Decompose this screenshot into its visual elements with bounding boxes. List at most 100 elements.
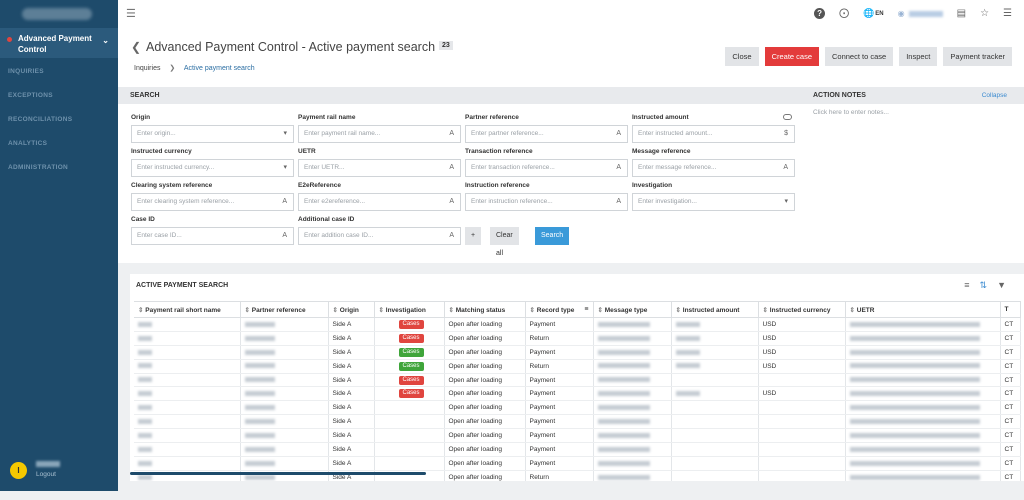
payment-rail-name-input[interactable]: Enter payment rail name... A [298,125,461,143]
column-header[interactable]: ⇕ Instructed amount [671,301,759,318]
column-header[interactable]: ⇕ Origin [328,301,375,318]
origin-input[interactable]: Enter origin... ▾ [131,125,294,143]
matching-status-cell: Open after loading [448,473,502,481]
sort-icon[interactable]: ⇅ [980,280,988,291]
table-row[interactable]: Side A Open after loading Payment CT [134,456,1021,471]
column-header[interactable]: ⇕ Partner reference [240,301,329,318]
logout-link[interactable]: Logout [36,471,56,478]
additional-case-id-input[interactable]: Enter addition case ID... A [298,227,461,245]
list-icon[interactable]: ☰ [1003,8,1012,19]
cases-badge[interactable]: Cases [398,361,424,371]
sort-arrows-icon[interactable]: ⇕ [379,307,386,314]
sidebar-item-analytics[interactable]: ANALYTICS [0,132,118,156]
sidebar-item-inquiries[interactable]: INQUIRIES [0,60,118,84]
cases-badge[interactable]: Cases [398,347,424,357]
column-header[interactable]: ⇕ Investigation [374,301,445,318]
table-cell [758,428,846,444]
payment-tracker-button[interactable]: Payment tracker [943,47,1012,66]
column-header[interactable]: ⇕ Record type ≡ [525,301,594,318]
instructed-amount-input[interactable]: Enter instructed amount... $ [632,125,795,143]
filter-icon[interactable]: ▼ [997,280,1006,291]
investigation-input[interactable]: Enter investigation... ▾ [632,193,795,211]
table-row[interactable]: Side A Cases Open after loading Payment CT [134,373,1021,388]
globe-icon[interactable]: 🌐 [863,8,874,19]
table-cell: Side A [328,373,375,388]
sidebar-item-reconciliations[interactable]: RECONCILIATIONS [0,108,118,132]
instruction-reference-input[interactable]: Enter instruction reference... A [465,193,628,211]
table-cell [134,414,241,430]
cases-badge[interactable]: Cases [398,389,424,399]
search-button[interactable]: Search [535,227,570,245]
sort-arrows-icon[interactable]: ⇕ [850,307,857,314]
truncated-cell: CT [1004,362,1014,370]
e2ereference-input[interactable]: Enter e2ereference... A [298,193,461,211]
case-id-input[interactable]: Enter case ID... A [131,227,294,245]
horizontal-scrollbar[interactable] [130,472,426,475]
sidebar-item-administration[interactable]: ADMINISTRATION [0,156,118,180]
star-icon[interactable]: ☆ [980,8,989,19]
menu-icon[interactable]: ☰ [126,7,136,20]
environment-icon[interactable]: ◉ [898,9,905,18]
cases-badge[interactable]: Cases [398,319,424,329]
network-icon[interactable]: ⨀ [839,8,849,19]
create-case-button[interactable]: Create case [764,47,819,66]
close-button[interactable]: Close [725,47,759,66]
clear-all-button[interactable]: Clear all [490,227,519,257]
sidebar-item-exceptions[interactable]: EXCEPTIONS [0,84,118,108]
help-icon[interactable]: ? [814,8,826,19]
column-header[interactable]: ⇕ Payment rail short name [134,301,241,318]
message-reference-input[interactable]: Enter message reference... A [632,159,795,177]
density-icon[interactable]: ≡ [964,280,969,291]
user-profile[interactable]: I Logout [10,461,60,479]
cases-badge[interactable]: Cases [398,375,424,385]
sort-arrows-icon[interactable]: ⇕ [245,307,252,314]
sort-arrows-icon[interactable]: ⇕ [676,307,683,314]
document-icon[interactable]: ▤ [957,8,966,19]
column-header[interactable]: ⇕ Instructed currency [758,301,846,318]
sort-arrows-icon[interactable]: ⇕ [598,307,605,314]
column-menu-icon[interactable]: ≡ [584,306,588,313]
redacted-value [138,405,152,411]
table-row[interactable]: Side A Cases Open after loading Return USD CT [134,359,1021,374]
sort-arrows-icon[interactable]: ⇕ [530,307,537,314]
connect-to-case-button[interactable]: Connect to case [825,47,894,66]
field-message-reference: Message reference Enter message reference… [632,148,795,177]
truncated-cell: CT [1004,459,1014,467]
table-row[interactable]: Side A Cases Open after loading Payment USD C… [134,386,1021,402]
column-header[interactable]: ⇕ Message type [593,301,672,318]
cases-badge[interactable]: Cases [398,333,424,343]
sidebar-item-advanced-payment-control[interactable]: Advanced Payment Control ⌄ [0,28,118,58]
sort-arrows-icon[interactable]: ⇕ [333,307,340,314]
partner-reference-input[interactable]: Enter partner reference... A [465,125,628,143]
uetr-input[interactable]: Enter UETR... A [298,159,461,177]
add-field-button[interactable]: + [465,227,482,245]
breadcrumb-inquiries[interactable]: Inquiries [134,65,160,72]
notes-input[interactable]: Click here to enter notes... [801,104,1024,121]
table-row[interactable]: Side A Cases Open after loading Return USD CT [134,331,1021,346]
table-row[interactable]: Side A Open after loading Payment CT [134,442,1021,457]
redacted-value [138,391,152,397]
instructed-currency-input[interactable]: Enter instructed currency... ▾ [131,159,294,177]
column-header[interactable]: ⇕ UETR [845,301,1001,318]
language-selector[interactable]: EN [875,11,883,17]
app-logo[interactable] [0,0,118,28]
table-row[interactable]: Side A Open after loading Payment CT [134,400,1021,416]
placeholder-text: Enter partner reference... [471,130,544,137]
chevron-down-icon[interactable]: ⌄ [102,35,109,46]
table-row[interactable]: Side A Open after loading Payment CT [134,428,1021,444]
transaction-reference-input[interactable]: Enter transaction reference... A [465,159,628,177]
toggle-icon[interactable] [783,114,792,120]
sort-arrows-icon[interactable]: ⇕ [449,307,456,314]
redacted-value [244,377,275,383]
back-icon[interactable]: ❮ [131,40,141,54]
sort-arrows-icon[interactable]: ⇕ [763,307,770,314]
table-row[interactable]: Side A Open after loading Payment CT [134,414,1021,430]
inspect-button[interactable]: Inspect [899,47,938,66]
collapse-link[interactable]: Collapse [982,87,1007,104]
clearing-system-reference-input[interactable]: Enter clearing system reference... A [131,193,294,211]
truncated-cell: CT [1004,432,1014,440]
table-row[interactable]: Side A Cases Open after loading Payment USD C… [134,345,1021,360]
column-header[interactable]: ⇕ Matching status [444,301,526,318]
column-header[interactable]: T [1000,301,1021,318]
table-row[interactable]: Side A Cases Open after loading Payment USD C… [134,317,1021,332]
